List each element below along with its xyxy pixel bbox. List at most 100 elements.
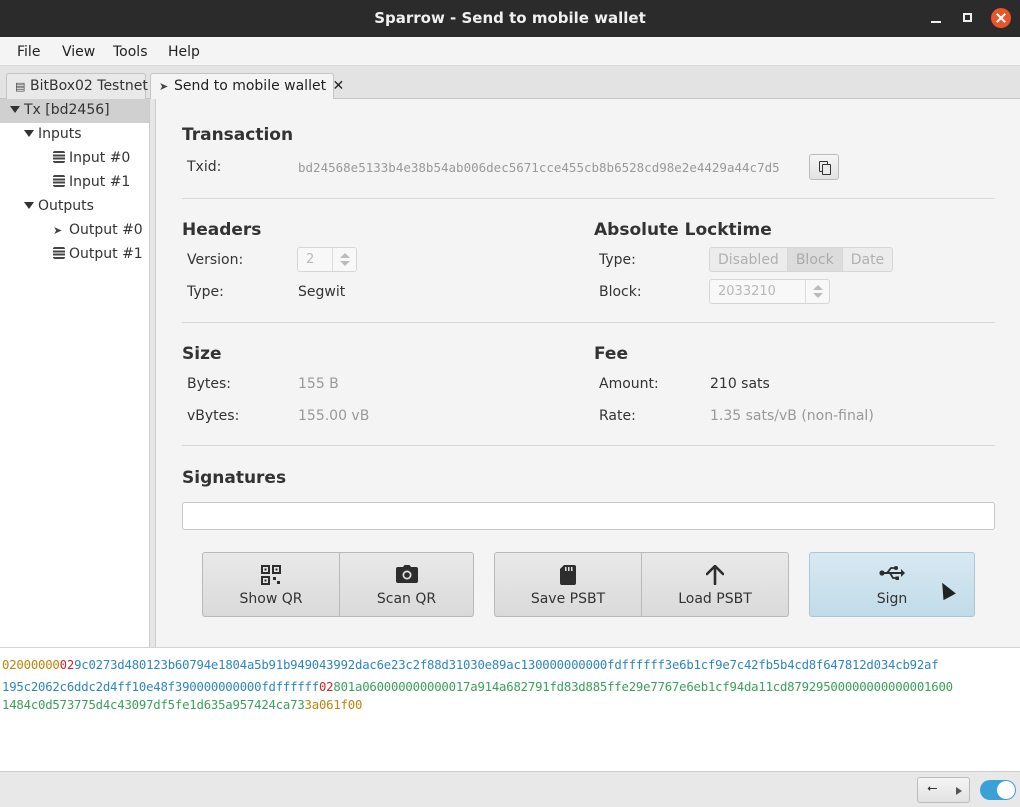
- tree-label: Output #1: [69, 246, 143, 262]
- wallet-icon: ▤: [15, 80, 26, 93]
- load-psbt-label: Load PSBT: [678, 591, 752, 607]
- save-psbt-button[interactable]: Save PSBT: [494, 552, 642, 617]
- coins-icon: [53, 151, 65, 163]
- tree-label: Input #1: [69, 174, 131, 190]
- signatures-heading: Signatures: [182, 468, 287, 488]
- tree-item-output-0[interactable]: ➤ Output #0: [53, 219, 143, 243]
- txid-label: Txid:: [187, 159, 222, 175]
- hex-segment: 801a060000000000017a914a682791fd83d885ff…: [333, 680, 953, 694]
- connection-toggle[interactable]: [980, 780, 1016, 800]
- bytes-label: Bytes:: [187, 376, 232, 392]
- arrow-up-icon: [642, 564, 788, 587]
- coins-icon: [53, 247, 65, 259]
- tab-send-to-mobile-wallet[interactable]: ➤ Send to mobile wallet ✕: [150, 73, 344, 100]
- spinner-arrows[interactable]: [332, 248, 356, 271]
- coins-icon: [53, 175, 65, 187]
- camera-icon: [340, 565, 473, 587]
- tree-label: Tx [bd2456]: [24, 102, 110, 118]
- type-value: Segwit: [298, 284, 346, 300]
- caret-right-icon: [956, 787, 962, 795]
- send-icon: ➤: [53, 224, 63, 237]
- hex-segment: 02000000: [2, 658, 60, 672]
- menu-tools[interactable]: Tools: [113, 44, 148, 60]
- minimize-icon[interactable]: [926, 8, 946, 28]
- hex-segment: 9c0273d480123b60794e1804a5b91b949043992d…: [74, 658, 939, 672]
- send-icon: ➤: [159, 80, 169, 93]
- locktime-date-option[interactable]: Date: [843, 248, 892, 271]
- rate-value: 1.35 sats/vB (non-final): [710, 408, 874, 424]
- bytes-value: 155 B: [298, 376, 339, 392]
- rate-label: Rate:: [599, 408, 636, 424]
- amount-label: Amount:: [599, 376, 659, 392]
- copy-txid-button[interactable]: [809, 154, 839, 180]
- version-value: 2: [306, 252, 315, 267]
- status-bar: ⭠: [0, 771, 1020, 807]
- close-window-icon[interactable]: [991, 8, 1011, 28]
- menu-help[interactable]: Help: [168, 44, 200, 60]
- version-label: Version:: [187, 252, 244, 268]
- hex-segment: 02: [318, 680, 334, 694]
- amount-value: 210 sats: [710, 376, 770, 392]
- tree-item-inputs[interactable]: Inputs: [24, 123, 82, 147]
- txid-value[interactable]: bd24568e5133b4e38b54ab006dec5671cce455cb…: [298, 160, 780, 175]
- tree-item-input-0[interactable]: Input #0: [53, 147, 130, 171]
- divider: [182, 198, 995, 199]
- tab-label: Send to mobile wallet: [174, 78, 327, 94]
- vbytes-label: vBytes:: [187, 408, 240, 424]
- scan-qr-button[interactable]: Scan QR: [340, 552, 474, 617]
- block-value: 2033210: [718, 284, 776, 299]
- expand-icon[interactable]: [10, 106, 20, 113]
- tree-label: Inputs: [38, 126, 82, 142]
- locktime-block-option[interactable]: Block: [787, 248, 843, 271]
- tree-item-input-1[interactable]: Input #1: [53, 171, 130, 195]
- tree-item-outputs[interactable]: Outputs: [24, 195, 94, 219]
- hex-line: 195c2062c6ddc2d4ff10e48f390000000000fdff…: [2, 680, 953, 694]
- expand-icon[interactable]: [24, 130, 34, 137]
- locktime-type-label: Type:: [599, 252, 636, 268]
- tree-label: Outputs: [38, 198, 94, 214]
- expand-icon[interactable]: [24, 202, 34, 209]
- split-pane-divider[interactable]: [149, 99, 156, 647]
- block-spinner[interactable]: 2033210: [709, 279, 830, 304]
- tab-bar: ▤ BitBox02 Testnet ➤ Send to mobile wallet…: [0, 66, 1020, 100]
- block-label: Block:: [599, 284, 642, 300]
- transaction-hex-view[interactable]: 02000000029c0273d480123b60794e1804a5b91b…: [0, 647, 1020, 771]
- load-psbt-button[interactable]: Load PSBT: [642, 552, 789, 617]
- tab-label: BitBox02 Testnet: [30, 78, 148, 94]
- version-spinner[interactable]: 2: [297, 247, 357, 272]
- spinner-arrows[interactable]: [805, 280, 829, 303]
- sd-card-icon: [495, 565, 641, 587]
- title-bar: Sparrow - Send to mobile wallet: [0, 0, 1020, 37]
- locktime-type-selector[interactable]: Disabled Block Date: [709, 247, 894, 272]
- maximize-icon[interactable]: [958, 8, 978, 28]
- locktime-disabled-option[interactable]: Disabled: [710, 248, 788, 271]
- show-qr-label: Show QR: [239, 591, 303, 607]
- hex-segment: 02: [59, 658, 75, 672]
- tree-item-output-1[interactable]: Output #1: [53, 243, 143, 267]
- tree-label: Output #0: [69, 222, 143, 238]
- qr-code-icon: [203, 565, 339, 587]
- tab-bitbox02-testnet[interactable]: ▤ BitBox02 Testnet: [6, 73, 148, 99]
- fee-heading: Fee: [594, 344, 628, 364]
- divider: [182, 322, 995, 323]
- hex-segment: 3a061f00: [304, 698, 363, 712]
- signatures-progress-bar: [182, 502, 995, 530]
- close-tab-icon[interactable]: ✕: [333, 78, 345, 94]
- tree-item-tx[interactable]: Tx [bd2456]: [0, 99, 149, 123]
- menu-file[interactable]: File: [17, 44, 40, 60]
- hex-segment: 195c2062c6ddc2d4ff10e48f390000000000fdff…: [2, 680, 319, 694]
- menu-view[interactable]: View: [62, 44, 95, 60]
- show-qr-button[interactable]: Show QR: [202, 552, 340, 617]
- locktime-heading: Absolute Locktime: [594, 220, 772, 240]
- menu-bar: File View Tools Help: [0, 37, 1020, 66]
- usb-devices-button[interactable]: ⭠: [917, 777, 970, 803]
- size-heading: Size: [182, 344, 222, 364]
- transaction-tree: Tx [bd2456] Inputs Input #0 Input #1 Out…: [0, 99, 149, 647]
- transaction-heading: Transaction: [182, 125, 294, 145]
- vbytes-value: 155.00 vB: [298, 408, 370, 424]
- type-label: Type:: [187, 284, 224, 300]
- headers-heading: Headers: [182, 220, 262, 240]
- scan-qr-label: Scan QR: [376, 591, 437, 607]
- hex-line: 1484c0d573775d4c43097df5fe1d635a957424ca…: [2, 698, 362, 712]
- transaction-details: Transaction Txid: bd24568e5133b4e38b54ab…: [156, 99, 1020, 647]
